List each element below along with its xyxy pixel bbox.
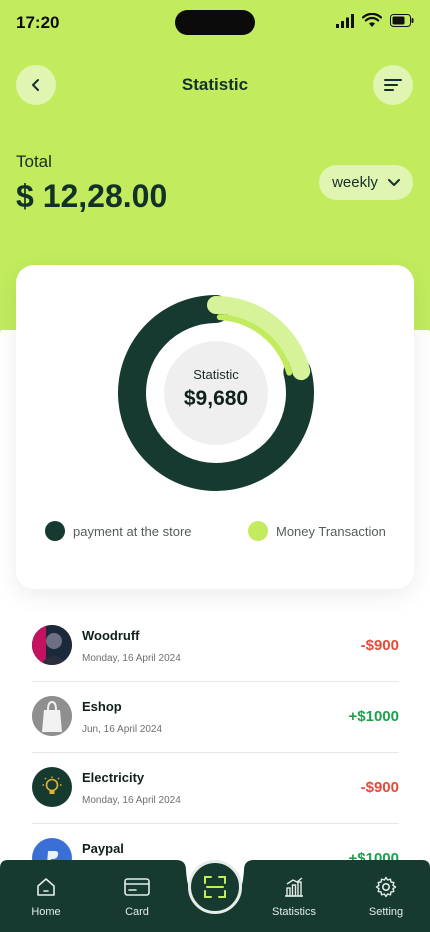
tab-setting[interactable]: Setting: [351, 876, 421, 918]
legend-swatch-transaction: [248, 521, 268, 541]
transaction-name: Paypal: [82, 841, 124, 856]
legend-item-store: payment at the store: [45, 521, 192, 541]
credit-card-icon: [124, 878, 150, 896]
transaction-row[interactable]: Woodruff Monday, 16 April 2024 -$900: [32, 611, 399, 682]
gear-icon: [375, 876, 397, 898]
tab-card-label: Card: [125, 906, 149, 918]
tab-home[interactable]: Home: [11, 876, 81, 918]
wifi-icon: [362, 13, 382, 27]
statistic-card: Statistic $9,680 payment at the store Mo…: [16, 265, 414, 589]
scan-button[interactable]: [188, 860, 242, 914]
total-label: Total: [16, 152, 52, 171]
status-time: 17:20: [16, 13, 60, 32]
person-avatar: [32, 625, 72, 665]
shopping-bag-icon: [32, 696, 72, 736]
tab-home-label: Home: [31, 906, 61, 918]
total-value: $ 12,28.00: [16, 178, 168, 214]
tab-statistics-label: Statistics: [271, 906, 316, 918]
transaction-date: Jun, 16 April 2024: [82, 724, 163, 735]
transaction-amount: +$1000: [348, 708, 399, 725]
bar-chart-icon: [285, 877, 303, 897]
signal-icon: [336, 13, 354, 28]
tab-card[interactable]: Card: [102, 876, 172, 918]
transaction-row[interactable]: Electricity Monday, 16 April 2024 -$900: [32, 753, 399, 824]
status-bar: 17:20: [0, 0, 430, 46]
transaction-name: Eshop: [82, 699, 122, 714]
home-icon: [37, 878, 55, 896]
transaction-date: Monday, 16 April 2024: [82, 653, 181, 664]
legend-item-transaction: Money Transaction: [248, 521, 386, 541]
transaction-date: Monday, 16 April 2024: [82, 795, 181, 806]
tab-statistics[interactable]: Statistics: [259, 876, 329, 918]
battery-icon: [390, 14, 414, 27]
lightbulb-icon: [32, 767, 72, 807]
transaction-name: Electricity: [82, 770, 145, 785]
status-icons: [336, 13, 414, 28]
menu-lines-icon: [384, 79, 402, 91]
transaction-row[interactable]: Eshop Jun, 16 April 2024 +$1000: [32, 682, 399, 753]
legend-swatch-store: [45, 521, 65, 541]
period-value: weekly: [332, 174, 378, 191]
legend-label-transaction: Money Transaction: [276, 523, 386, 539]
legend-label-store: payment at the store: [73, 523, 192, 539]
period-dropdown[interactable]: weekly: [319, 165, 413, 200]
menu-button[interactable]: [373, 65, 413, 105]
chart-center-label: Statistic: [193, 367, 239, 382]
bottom-tab-bar: Home Card Statistics Setting: [0, 860, 430, 932]
transaction-amount: -$900: [360, 779, 399, 796]
transaction-list: Woodruff Monday, 16 April 2024 -$900 Esh…: [32, 611, 399, 895]
chart-center-value: $9,680: [183, 387, 249, 410]
page-title: Statistic: [181, 75, 249, 94]
transaction-amount: -$900: [360, 637, 399, 654]
scan-icon: [204, 876, 226, 898]
dynamic-island: [175, 10, 255, 35]
chevron-down-icon: [387, 178, 400, 186]
tab-setting-label: Setting: [368, 906, 404, 918]
transaction-name: Woodruff: [82, 628, 140, 643]
